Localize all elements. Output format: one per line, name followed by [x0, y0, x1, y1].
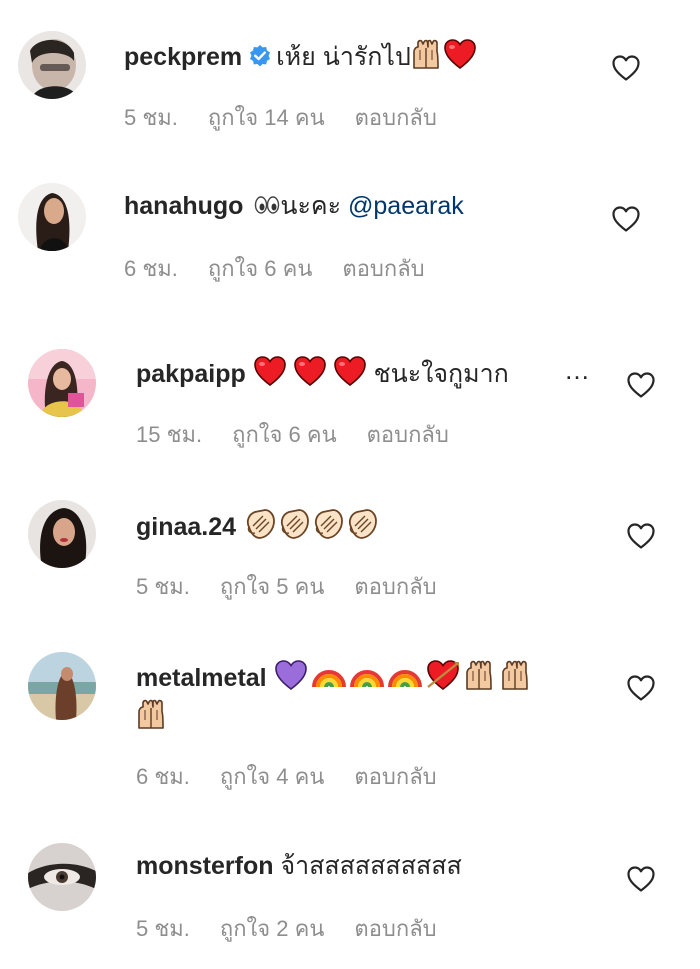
comment-meta: 5 ชม. ถูกใจ 5 คน ตอบกลับ — [136, 573, 437, 601]
avatar[interactable] — [28, 500, 96, 568]
comment-text-line: peckprem เห้ย น่ารักไป — [124, 38, 477, 76]
username[interactable]: hanahugo — [124, 192, 243, 220]
raising-hands-icon — [500, 659, 530, 691]
reply-button[interactable]: ตอบกลับ — [354, 916, 436, 941]
comment-time: 5 ชม. — [136, 574, 190, 599]
comment-text-line: ginaa.24 — [136, 507, 379, 543]
like-count[interactable]: ถูกใจ 4 คน — [220, 764, 325, 789]
rainbow-icon — [312, 659, 346, 691]
avatar[interactable] — [28, 349, 96, 417]
reply-button[interactable]: ตอบกลับ — [354, 764, 436, 789]
clapping-hands-icon — [243, 507, 277, 541]
heart-outline-icon[interactable] — [612, 206, 640, 232]
avatar[interactable] — [18, 183, 86, 251]
comment-time: 6 ชม. — [124, 256, 178, 281]
comment-meta: 5 ชม. ถูกใจ 14 คน ตอบกลับ — [124, 104, 437, 132]
like-count[interactable]: ถูกใจ 2 คน — [220, 916, 325, 941]
comment-meta: 6 ชม. ถูกใจ 6 คน ตอบกลับ — [124, 255, 425, 283]
comment-text: ชนะใจกูมาก — [373, 360, 509, 388]
red-heart-icon — [333, 355, 367, 387]
clapping-hands-icon — [345, 507, 379, 541]
avatar[interactable] — [18, 31, 86, 99]
comment-meta: 6 ชม. ถูกใจ 4 คน ตอบกลับ — [136, 763, 437, 791]
heart-outline-icon[interactable] — [612, 55, 640, 81]
avatar[interactable] — [28, 843, 96, 911]
comment-text-line: monsterfon จ้าสสสสสสสสสส — [136, 850, 462, 882]
more-button[interactable]: … — [564, 355, 592, 386]
comment-text-line: pakpaipp ชนะใจกูมาก — [136, 355, 556, 390]
comment-time: 15 ชม. — [136, 422, 203, 447]
heart-outline-icon[interactable] — [627, 372, 655, 398]
like-count[interactable]: ถูกใจ 5 คน — [220, 574, 325, 599]
reply-button[interactable]: ตอบกลับ — [355, 105, 437, 130]
like-count[interactable]: ถูกใจ 14 คน — [208, 105, 325, 130]
comment-time: 5 ชม. — [124, 105, 178, 130]
raising-hands-icon — [136, 698, 166, 730]
mention-link[interactable]: @paearak — [348, 192, 464, 220]
clapping-hands-icon — [311, 507, 345, 541]
reply-button[interactable]: ตอบกลับ — [367, 422, 449, 447]
purple-heart-icon — [274, 659, 308, 691]
username[interactable]: pakpaipp — [136, 360, 246, 388]
heart-outline-icon[interactable] — [627, 675, 655, 701]
like-count[interactable]: ถูกใจ 6 คน — [232, 422, 337, 447]
like-count[interactable]: ถูกใจ 6 คน — [208, 256, 313, 281]
comment-text-line: metalmetal — [136, 659, 532, 694]
clapping-hands-icon — [277, 507, 311, 541]
comment-text-line — [136, 698, 168, 733]
rainbow-icon — [388, 659, 422, 691]
red-heart-icon — [253, 355, 287, 387]
username[interactable]: monsterfon — [136, 852, 274, 880]
red-heart-icon — [293, 355, 327, 387]
username[interactable]: ginaa.24 — [136, 513, 236, 541]
comment-meta: 15 ชม. ถูกใจ 6 คน ตอบกลับ — [136, 421, 449, 449]
comment-meta: 5 ชม. ถูกใจ 2 คน ตอบกลับ — [136, 915, 437, 943]
reply-button[interactable]: ตอบกลับ — [342, 256, 424, 281]
reply-button[interactable]: ตอบกลับ — [354, 574, 436, 599]
heart-with-arrow-icon — [426, 659, 460, 691]
comment-time: 6 ชม. — [136, 764, 190, 789]
verified-badge-icon — [248, 44, 272, 76]
comment-text: จ้าสสสสสสสสสส — [280, 852, 462, 880]
avatar[interactable] — [28, 652, 96, 720]
heart-outline-icon[interactable] — [627, 523, 655, 549]
comment-text: นะคะ — [280, 192, 342, 220]
comment-text-line: hanahugo นะคะ @paearak — [124, 190, 464, 222]
username[interactable]: metalmetal — [136, 664, 267, 692]
comment-time: 5 ชม. — [136, 916, 190, 941]
raising-hands-icon — [411, 38, 441, 70]
rainbow-icon — [350, 659, 384, 691]
heart-outline-icon[interactable] — [627, 866, 655, 892]
raising-hands-icon — [464, 659, 494, 691]
comment-text: เห้ย น่ารักไป — [276, 43, 411, 71]
username[interactable]: peckprem — [124, 43, 242, 71]
red-heart-icon — [443, 38, 477, 70]
eyes-icon — [254, 194, 280, 216]
